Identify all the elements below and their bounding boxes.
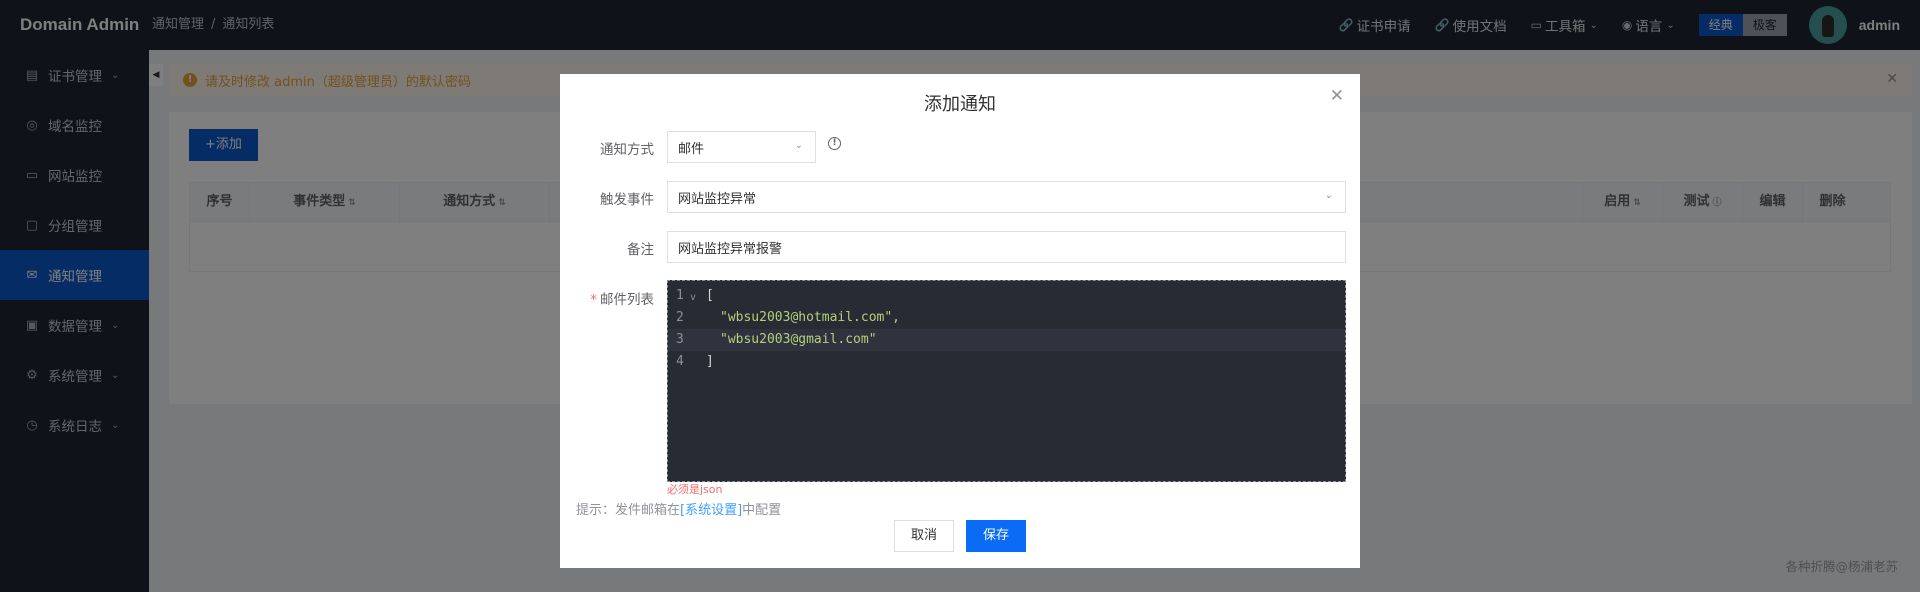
email-list-editor[interactable]: 1 v [ 2 "wbsu2003@hotmail.com", 3 "wbsu2… (667, 280, 1346, 482)
method-value: 邮件 (678, 141, 705, 157)
code-line-active: 3 "wbsu2003@gmail.com" (668, 329, 1345, 351)
remark-value: 网站监控异常报警 (678, 241, 783, 257)
method-label: 通知方式 (600, 142, 654, 158)
code-line: 4 ] (676, 354, 714, 369)
dialog-title: 添加通知 (924, 94, 996, 115)
system-settings-link[interactable]: [系统设置] (680, 503, 742, 518)
event-select[interactable]: 网站监控异常 ⌄ (667, 181, 1346, 213)
save-button[interactable]: 保存 (966, 520, 1026, 552)
fold-icon[interactable]: v (690, 287, 696, 309)
code-line: 2 "wbsu2003@hotmail.com", (676, 310, 901, 325)
email-list-label: * 邮件列表 (590, 292, 654, 308)
smtp-tip: 提示：发件邮箱在[系统设置]中配置 (576, 503, 782, 518)
json-error-text: 必须是json (667, 483, 723, 496)
info-icon[interactable]: ! (828, 137, 841, 150)
close-icon[interactable]: ✕ (1330, 86, 1344, 106)
method-select[interactable]: 邮件 ⌄ (667, 131, 816, 163)
chevron-down-icon: ⌄ (794, 140, 803, 151)
code-line: 1 v [ (668, 285, 1345, 307)
event-label: 触发事件 (600, 192, 654, 208)
chevron-down-icon: ⌄ (1324, 190, 1333, 201)
required-mark: * (590, 292, 597, 308)
remark-input[interactable]: 网站监控异常报警 (667, 231, 1346, 263)
cancel-button[interactable]: 取消 (894, 520, 954, 552)
remark-label: 备注 (627, 242, 654, 258)
event-value: 网站监控异常 (678, 191, 757, 207)
add-notification-dialog: 添加通知 ✕ 通知方式 邮件 ⌄ ! 触发事件 网站监控异常 ⌄ 备注 网站监控… (560, 74, 1360, 568)
